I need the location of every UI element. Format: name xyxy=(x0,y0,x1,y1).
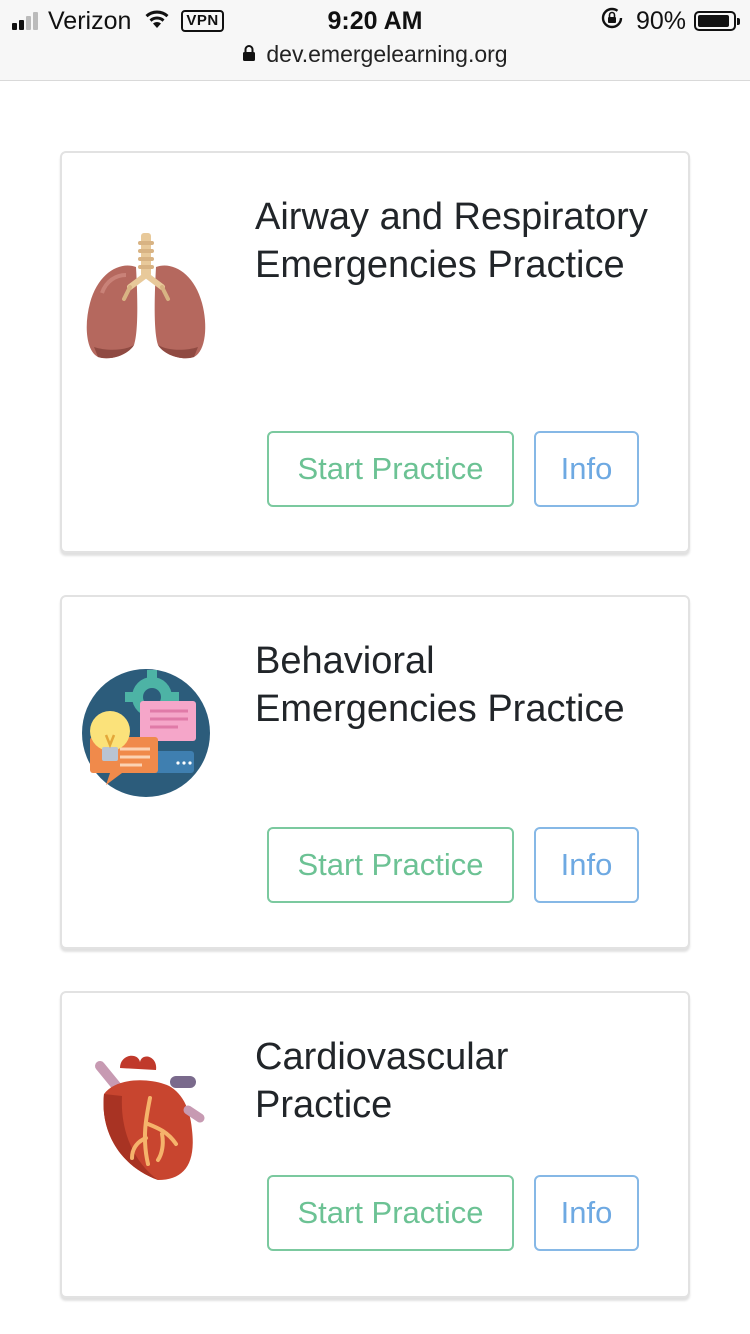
practice-card-behavioral: Behavioral Emergencies Practice Start Pr… xyxy=(60,595,690,949)
lungs-icon xyxy=(80,233,212,365)
start-practice-button[interactable]: Start Practice xyxy=(267,431,514,507)
url-text[interactable]: dev.emergelearning.org xyxy=(266,41,507,68)
status-right: 90% xyxy=(600,6,740,37)
ios-status-bar: Verizon VPN 9:20 AM 90% dev.emergelearni… xyxy=(0,0,750,81)
url-bar[interactable]: dev.emergelearning.org xyxy=(0,38,750,70)
info-button[interactable]: Info xyxy=(534,1175,639,1251)
practice-card-cardiovascular: Cardiovascular Practice Start Practice I… xyxy=(60,991,690,1298)
start-practice-button[interactable]: Start Practice xyxy=(267,1175,514,1251)
practice-card-airway: Airway and Respiratory Emergencies Pract… xyxy=(60,151,690,553)
info-button[interactable]: Info xyxy=(534,827,639,903)
info-button[interactable]: Info xyxy=(534,431,639,507)
practice-title: Behavioral Emergencies Practice xyxy=(255,640,625,730)
battery-percent: 90% xyxy=(635,6,686,35)
lightbulb-gear-chat-icon xyxy=(80,667,212,799)
battery-icon xyxy=(694,11,740,31)
start-practice-button[interactable]: Start Practice xyxy=(267,827,514,903)
heart-icon xyxy=(80,1048,212,1180)
padlock-icon xyxy=(242,41,256,68)
rotation-lock-icon xyxy=(600,6,624,37)
practice-title: Airway and Respiratory Emergencies Pract… xyxy=(255,196,648,286)
practice-title: Cardiovascular Practice xyxy=(255,1036,509,1126)
